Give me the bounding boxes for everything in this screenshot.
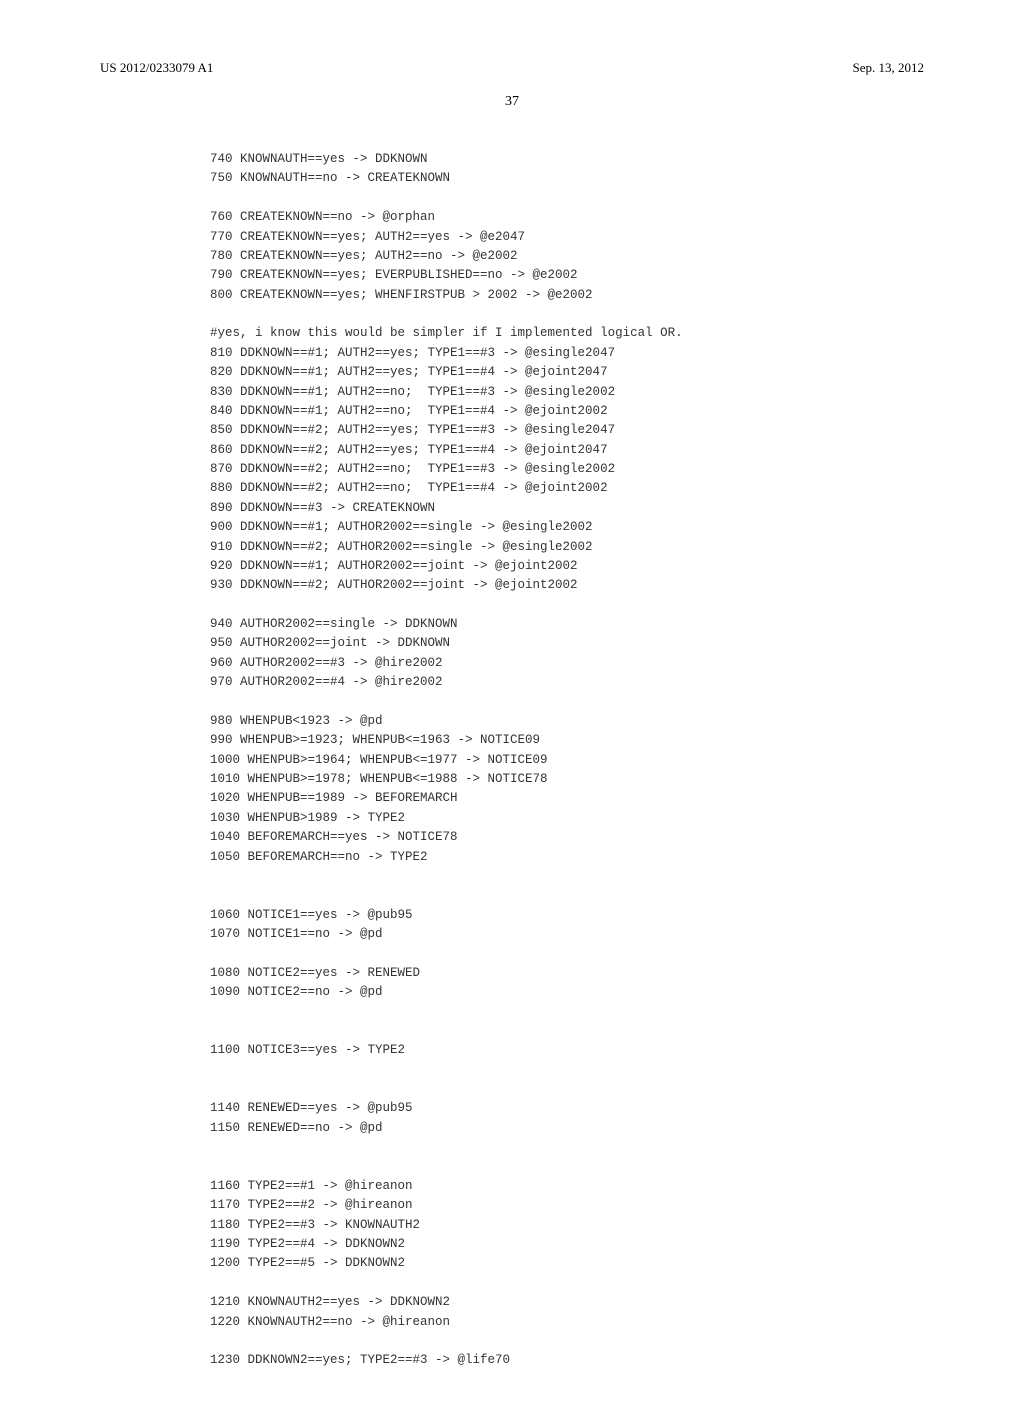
page-header: US 2012/0233079 A1 Sep. 13, 2012 — [100, 60, 924, 76]
publication-date: Sep. 13, 2012 — [853, 60, 925, 76]
patent-page: US 2012/0233079 A1 Sep. 13, 2012 37 740 … — [0, 0, 1024, 1411]
code-listing: 740 KNOWNAUTH==yes -> DDKNOWN 750 KNOWNA… — [210, 150, 924, 1371]
publication-number: US 2012/0233079 A1 — [100, 60, 213, 76]
page-number: 37 — [100, 94, 924, 110]
